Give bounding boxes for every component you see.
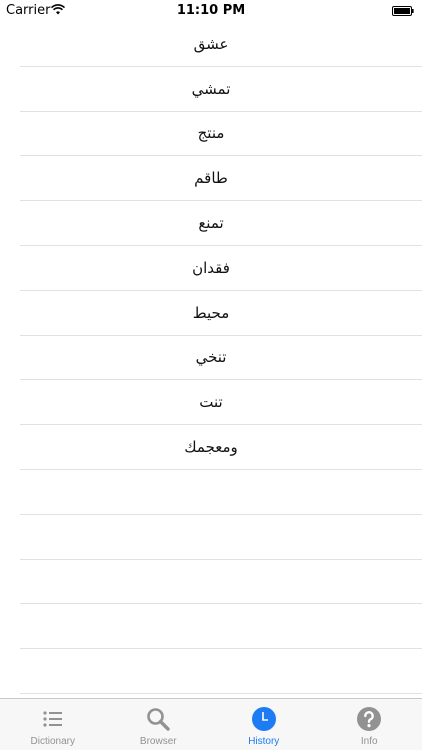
- list-item[interactable]: طاقم: [20, 156, 422, 202]
- clock-icon: [251, 707, 276, 731]
- list-item[interactable]: عشق: [20, 22, 422, 67]
- list-item[interactable]: تمنع: [20, 201, 422, 246]
- history-list[interactable]: عشق تمشي منتج طاقم تمنع فقدان محيط تنخي …: [0, 22, 422, 698]
- magnifier-icon: [147, 708, 170, 731]
- list-item-label: تمشي: [191, 79, 231, 98]
- empty-row: [20, 604, 422, 650]
- list-item-label: منتج: [197, 124, 225, 143]
- list-item[interactable]: تنخي: [20, 336, 422, 381]
- list-item-label: ومعجمك: [184, 438, 238, 457]
- tab-info[interactable]: Info: [317, 699, 422, 750]
- list-item[interactable]: محيط: [20, 291, 422, 336]
- list-item[interactable]: منتج: [20, 112, 422, 157]
- tab-label: Browser: [139, 736, 177, 747]
- list-item-label: فقدان: [192, 258, 230, 277]
- tab-label: Info: [360, 736, 378, 747]
- empty-row-label: [0, 649, 422, 693]
- clock-time: 11:10 PM: [176, 3, 246, 18]
- tab-label: History: [248, 736, 280, 747]
- empty-row-label: [0, 515, 422, 559]
- battery-icon: [392, 6, 414, 16]
- list-item[interactable]: ومعجمك: [20, 425, 422, 470]
- empty-row: [20, 560, 422, 605]
- empty-row-label: [0, 470, 422, 514]
- empty-row: [20, 649, 422, 694]
- empty-row: [20, 515, 422, 560]
- empty-row-label: [0, 560, 422, 604]
- empty-row-label: [0, 604, 422, 648]
- list-item[interactable]: تمشي: [20, 67, 422, 112]
- list-item[interactable]: فقدان: [20, 246, 422, 291]
- empty-row: [20, 470, 422, 515]
- tab-bar: Dictionary Browser History Info: [0, 698, 422, 750]
- list-item-label: تنخي: [195, 348, 227, 367]
- tab-label: Dictionary: [30, 736, 75, 747]
- question-icon: [357, 707, 382, 731]
- list-item-label: تنت: [199, 393, 223, 412]
- list-item-label: تمنع: [198, 214, 224, 233]
- tab-browser[interactable]: Browser: [106, 699, 212, 750]
- tab-dictionary[interactable]: Dictionary: [0, 699, 106, 750]
- list-icon: [43, 711, 62, 727]
- list-item-label: محيط: [192, 303, 230, 322]
- list-item-label: طاقم: [194, 169, 228, 188]
- list-item-label: عشق: [193, 34, 229, 53]
- tab-history[interactable]: History: [211, 699, 317, 750]
- list-item[interactable]: تنت: [20, 380, 422, 426]
- status-bar: Carrier 11:10 PM: [0, 0, 422, 22]
